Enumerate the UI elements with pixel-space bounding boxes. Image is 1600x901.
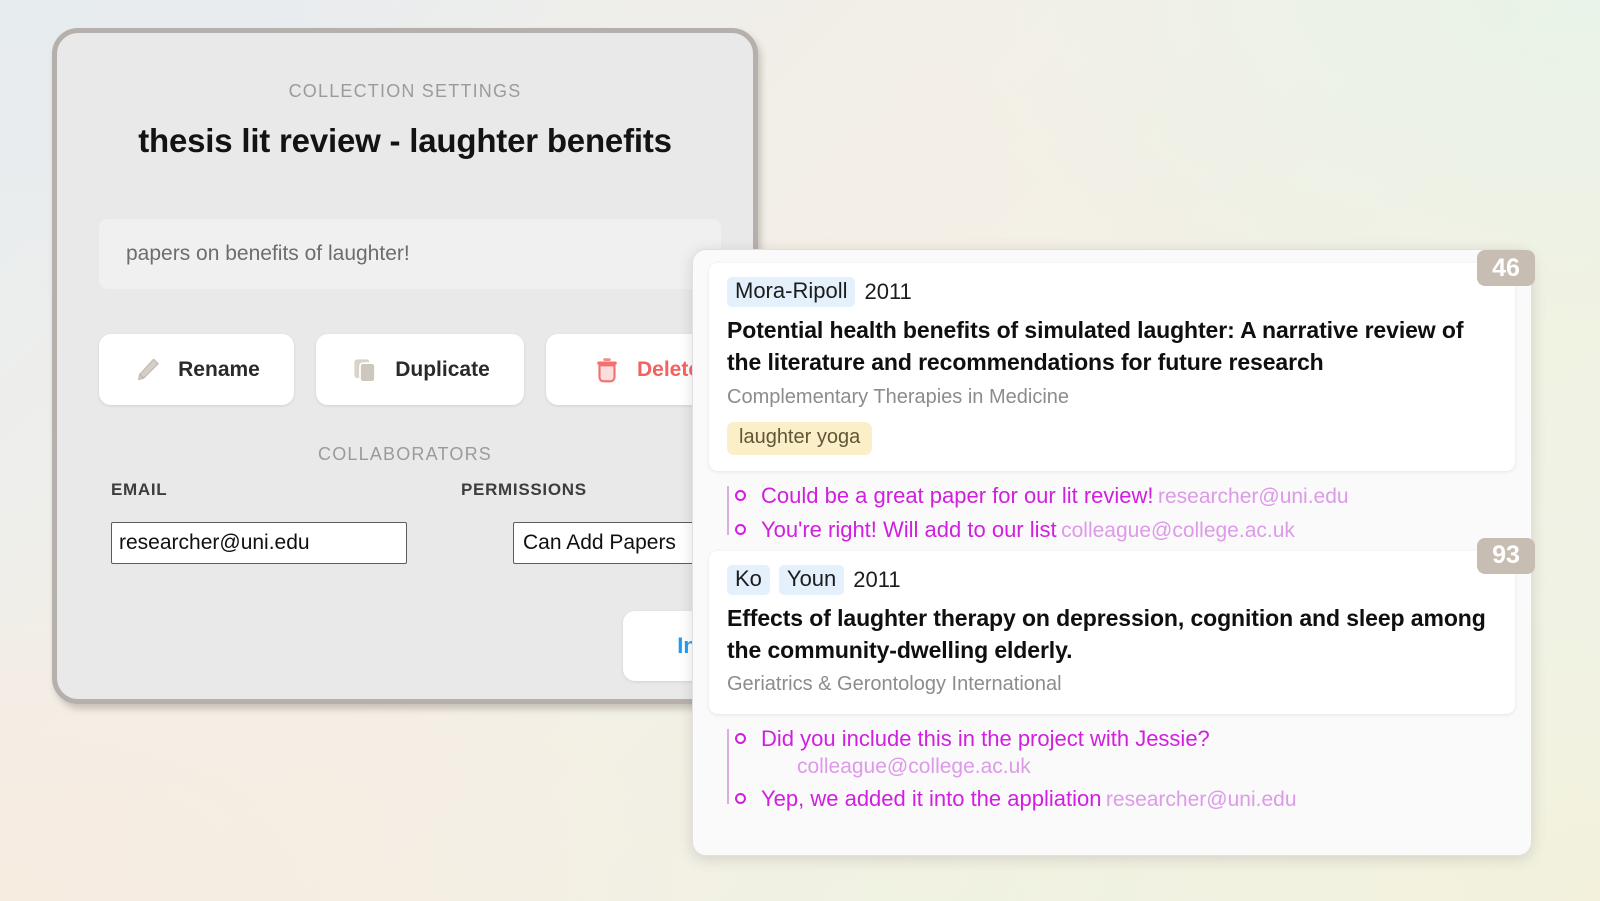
duplicate-button[interactable]: Duplicate bbox=[316, 334, 524, 405]
permissions-select-value: Can Add Papers bbox=[523, 531, 676, 554]
collection-description-text: papers on benefits of laughter! bbox=[126, 242, 410, 265]
comment-author: researcher@uni.edu bbox=[1105, 787, 1297, 811]
paper-meta-row: Ko Youn 2011 bbox=[727, 564, 1497, 595]
settings-eyebrow-label: COLLECTION SETTINGS bbox=[288, 81, 522, 101]
author-chip[interactable]: Mora-Ripoll bbox=[727, 277, 856, 308]
email-field-label: EMAIL bbox=[111, 480, 168, 499]
paper-title[interactable]: Potential health benefits of simulated l… bbox=[727, 314, 1497, 378]
author-chip[interactable]: Youn bbox=[778, 564, 845, 595]
comment-item[interactable]: You're right! Will add to our list colle… bbox=[735, 516, 1531, 545]
comment-item[interactable]: Did you include this in the project with… bbox=[735, 725, 1531, 779]
comment-text: Yep, we added it into the appliation bbox=[761, 785, 1102, 811]
comment-bullet-icon bbox=[735, 489, 746, 501]
collaborators-eyebrow-label: COLLABORATORS bbox=[318, 444, 492, 464]
paper-meta-row: Mora-Ripoll 2011 bbox=[727, 277, 1497, 308]
rename-button[interactable]: Rename bbox=[99, 334, 294, 405]
comment-author: researcher@uni.edu bbox=[1158, 484, 1349, 508]
paper-block: 93 Ko Youn 2011 Effects of laughter ther… bbox=[693, 537, 1535, 814]
comment-bullet-icon bbox=[735, 733, 746, 745]
paper-journal: Geriatrics & Gerontology International bbox=[727, 673, 1062, 696]
comment-text: You're right! Will add to our list bbox=[761, 517, 1057, 543]
comment-text: Did you include this in the project with… bbox=[761, 726, 1210, 752]
collection-description-input[interactable]: papers on benefits of laughter! bbox=[99, 219, 721, 289]
status-badge: 46 bbox=[1477, 250, 1535, 286]
collection-settings-panel: COLLECTION SETTINGS thesis lit review - … bbox=[52, 28, 811, 704]
comment-author: colleague@college.ac.uk bbox=[797, 754, 1031, 778]
paper-tag-row: laughter yoga bbox=[727, 421, 1497, 455]
comment-thread: Did you include this in the project with… bbox=[727, 725, 1531, 813]
comment-author: colleague@college.ac.uk bbox=[1061, 519, 1295, 543]
permissions-field-label: PERMISSIONS bbox=[461, 480, 587, 499]
status-badge: 93 bbox=[1477, 537, 1535, 574]
comment-item[interactable]: Yep, we added it into the appliation res… bbox=[735, 785, 1531, 814]
comment-bullet-icon bbox=[735, 792, 746, 804]
pencil-icon bbox=[133, 355, 163, 385]
delete-button-label: Delete bbox=[636, 357, 701, 381]
comment-thread: Could be a great paper for our lit revie… bbox=[727, 482, 1531, 545]
publication-year: 2011 bbox=[864, 279, 912, 305]
trash-icon bbox=[592, 355, 622, 385]
paper-card[interactable]: 46 Mora-Ripoll 2011 Potential health ben… bbox=[709, 250, 1535, 471]
email-input[interactable] bbox=[111, 522, 407, 564]
action-button-row: Rename Duplicate Delete bbox=[99, 334, 746, 405]
page-title: thesis lit review - laughter benefits bbox=[138, 122, 672, 159]
author-chip[interactable]: Ko bbox=[727, 564, 770, 595]
comment-bullet-icon bbox=[735, 524, 746, 536]
comment-item[interactable]: Could be a great paper for our lit revie… bbox=[735, 482, 1531, 511]
copy-icon bbox=[350, 355, 380, 385]
papers-results-panel: 46 Mora-Ripoll 2011 Potential health ben… bbox=[692, 249, 1535, 856]
paper-tag[interactable]: laughter yoga bbox=[727, 421, 873, 455]
paper-block: 46 Mora-Ripoll 2011 Potential health ben… bbox=[693, 250, 1535, 545]
rename-button-label: Rename bbox=[178, 357, 260, 381]
comment-text: Could be a great paper for our lit revie… bbox=[761, 482, 1154, 508]
paper-title[interactable]: Effects of laughter therapy on depressio… bbox=[727, 602, 1497, 666]
publication-year: 2011 bbox=[853, 566, 901, 592]
duplicate-button-label: Duplicate bbox=[395, 357, 490, 381]
paper-journal: Complementary Therapies in Medicine bbox=[727, 385, 1070, 408]
paper-card[interactable]: 93 Ko Youn 2011 Effects of laughter ther… bbox=[709, 537, 1535, 715]
